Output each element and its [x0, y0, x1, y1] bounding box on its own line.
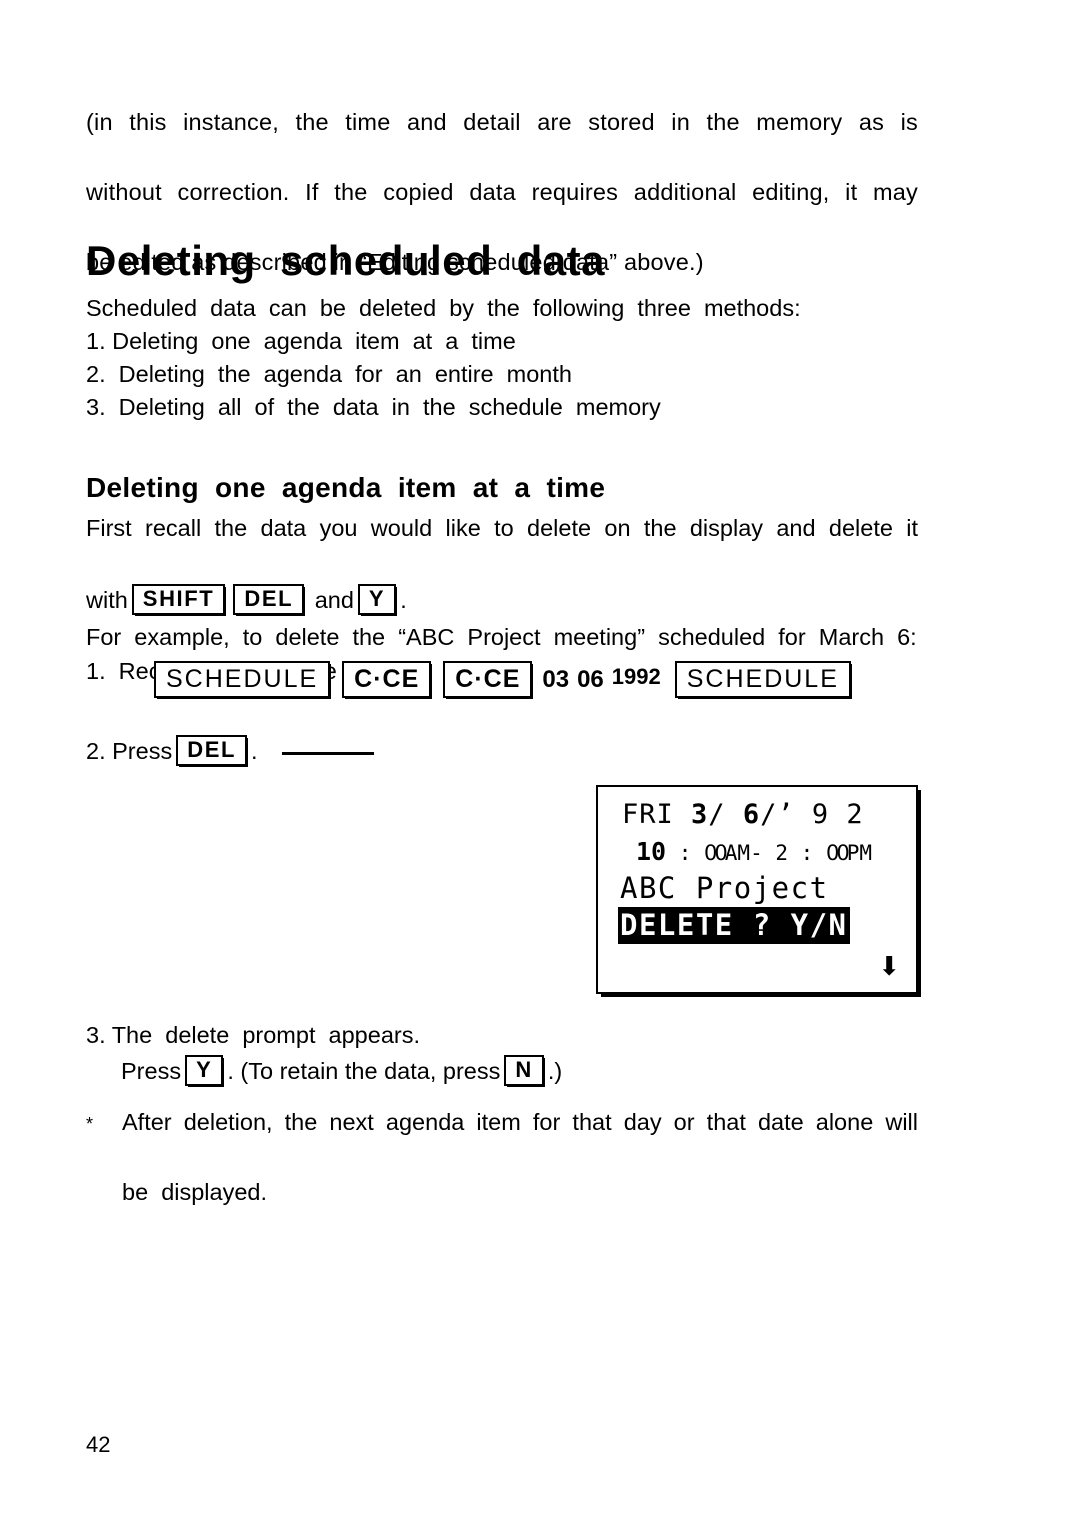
lcd-display: FRI 3/ 6/’ 9 2 10 : 00AM- 2 : 00PM ABC P…	[596, 785, 918, 994]
step-3-line-2: Press Y. (To retain the data, press N.)	[86, 1053, 918, 1089]
page-number: 42	[86, 1432, 111, 1457]
footnote-line-2: be displayed.	[122, 1179, 268, 1205]
sequence-year: 1992	[611, 663, 661, 689]
press-label: Press	[121, 1058, 182, 1084]
key-no[interactable]: N	[504, 1055, 544, 1087]
key-cce-second[interactable]: C·CE	[443, 661, 533, 698]
key-yes[interactable]: Y	[185, 1055, 224, 1087]
sequence-day: 06	[577, 665, 604, 693]
step-3: 3. The delete prompt appears. Press Y. (T…	[86, 1017, 918, 1089]
list-item: 3. Deleting all of the data in the sched…	[86, 394, 661, 420]
sequence-month: 03	[542, 665, 570, 693]
lcd-start-ampm: AM-	[724, 841, 763, 865]
example-line: For example, to delete the “ABC Project …	[86, 624, 917, 650]
lcd-year: 9 2	[794, 799, 864, 830]
lcd-agenda-text: ABC Project	[620, 871, 829, 905]
step-3-tail-text: .)	[547, 1058, 563, 1084]
step-2-prefix: 2. Press	[86, 738, 173, 764]
lcd-weekday: FRI	[622, 799, 692, 830]
lcd-time-sep-a: :	[666, 841, 705, 865]
section-line-1: First recall the data you would like to …	[86, 515, 918, 541]
lcd-start-hour: 10	[636, 837, 667, 866]
lcd-start-minutes: 00	[704, 841, 728, 865]
lcd-delete-prompt: DELETE ? Y/N	[618, 907, 850, 944]
methods-intro: Scheduled data can be deleted by the fol…	[86, 295, 801, 321]
with-suffix: .	[400, 587, 407, 613]
lcd-date-sep-2: /’	[760, 799, 795, 830]
footnote: * After deletion, the next agenda item f…	[86, 1105, 918, 1210]
key-y[interactable]: Y	[357, 584, 397, 616]
key-schedule-second[interactable]: SCHEDULE	[674, 661, 851, 698]
down-arrow-icon: ⬇	[878, 952, 900, 982]
intro-line-1: (in this instance, the time and detail a…	[86, 109, 918, 135]
lcd-date-sep-1: /	[708, 799, 743, 830]
lcd-month: 3	[691, 799, 709, 830]
lcd-screen: FRI 3/ 6/’ 9 2 10 : 00AM- 2 : 00PM ABC P…	[598, 787, 916, 992]
key-cce-first[interactable]: C·CE	[342, 661, 432, 698]
manual-page: (in this instance, the time and detail a…	[0, 0, 1080, 1522]
lcd-end-ampm: PM	[846, 841, 872, 865]
list-item: 2. Deleting the agenda for an entire mon…	[86, 361, 572, 387]
lcd-time-sep-b: :	[788, 841, 826, 865]
footnote-text: After deletion, the next agenda item for…	[86, 1105, 918, 1210]
lcd-end-minutes: 00	[825, 841, 850, 865]
footnote-line-1: After deletion, the next agenda item for…	[122, 1109, 918, 1135]
step-3-line-1: 3. The delete prompt appears.	[86, 1022, 420, 1048]
lcd-day: 6	[742, 799, 761, 830]
key-shift[interactable]: SHIFT	[131, 584, 226, 616]
methods-list: Scheduled data can be deleted by the fol…	[86, 292, 918, 424]
step-2-suffix: .	[251, 738, 258, 764]
key-del-step2[interactable]: DEL	[176, 735, 248, 767]
with-prefix: with	[86, 587, 128, 613]
key-schedule-first[interactable]: SCHEDULE	[154, 661, 331, 698]
lcd-end-hour: 2	[762, 841, 789, 865]
footnote-marker: *	[86, 1114, 94, 1134]
step-3-mid-text: . (To retain the data, press	[227, 1058, 501, 1084]
list-item: 1. Deleting one agenda item at a time	[86, 328, 516, 354]
with-and: and	[314, 587, 354, 613]
section-title: Deleting one agenda item at a time	[86, 472, 606, 503]
page-title: Deleting scheduled data	[86, 237, 605, 284]
key-del[interactable]: DEL	[233, 584, 305, 616]
intro-line-2: without correction. If the copied data r…	[86, 179, 918, 205]
key-instruction-row: with SHIFT DEL and Y.	[86, 580, 918, 620]
horizontal-rule	[281, 752, 374, 755]
step-2: 2. Press DEL.	[86, 733, 374, 769]
key-sequence: SCHEDULE C·CE C·CE 03 06 1992 SCHEDULE	[148, 661, 857, 700]
